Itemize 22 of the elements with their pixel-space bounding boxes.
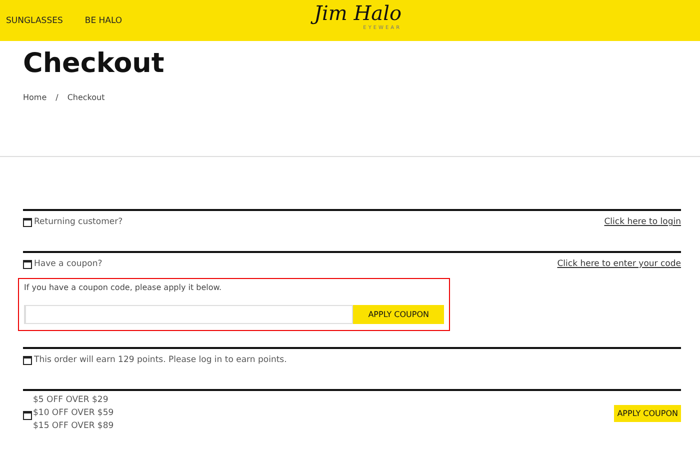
notice-link[interactable]: Click here to enter your code bbox=[557, 259, 681, 269]
apply-coupon-button[interactable]: APPLY COUPON bbox=[614, 405, 681, 422]
notice-text: Returning customer? bbox=[34, 217, 123, 227]
offer-item: $15 OFF OVER $89 bbox=[33, 421, 114, 432]
calendar-icon bbox=[23, 411, 32, 420]
nav-link[interactable]: BE HALO bbox=[84, 16, 122, 26]
offer-item: $10 OFF OVER $59 bbox=[33, 408, 114, 419]
breadcrumb-item[interactable]: Home bbox=[23, 93, 47, 102]
calendar-icon bbox=[23, 356, 32, 364]
calendar-icon bbox=[23, 260, 32, 268]
breadcrumb-separator: / bbox=[56, 93, 58, 102]
coupon-input[interactable] bbox=[24, 305, 354, 324]
page-title: Checkout bbox=[23, 47, 166, 81]
points-notice: This order will earn 129 points. Please log in to earn points. bbox=[34, 355, 287, 365]
apply-coupon-button[interactable]: APPLY COUPON bbox=[353, 305, 444, 324]
notice-link[interactable]: Click here to login bbox=[604, 217, 681, 227]
notice-text: Have a coupon? bbox=[34, 259, 102, 269]
breadcrumb-item: Checkout bbox=[67, 93, 105, 102]
nav-link[interactable]: SUNGLASSES bbox=[6, 16, 63, 26]
calendar-icon bbox=[23, 218, 32, 226]
coupon-prompt: If you have a coupon code, please apply it below. bbox=[24, 283, 223, 292]
offer-item: $5 OFF OVER $29 bbox=[33, 395, 110, 406]
